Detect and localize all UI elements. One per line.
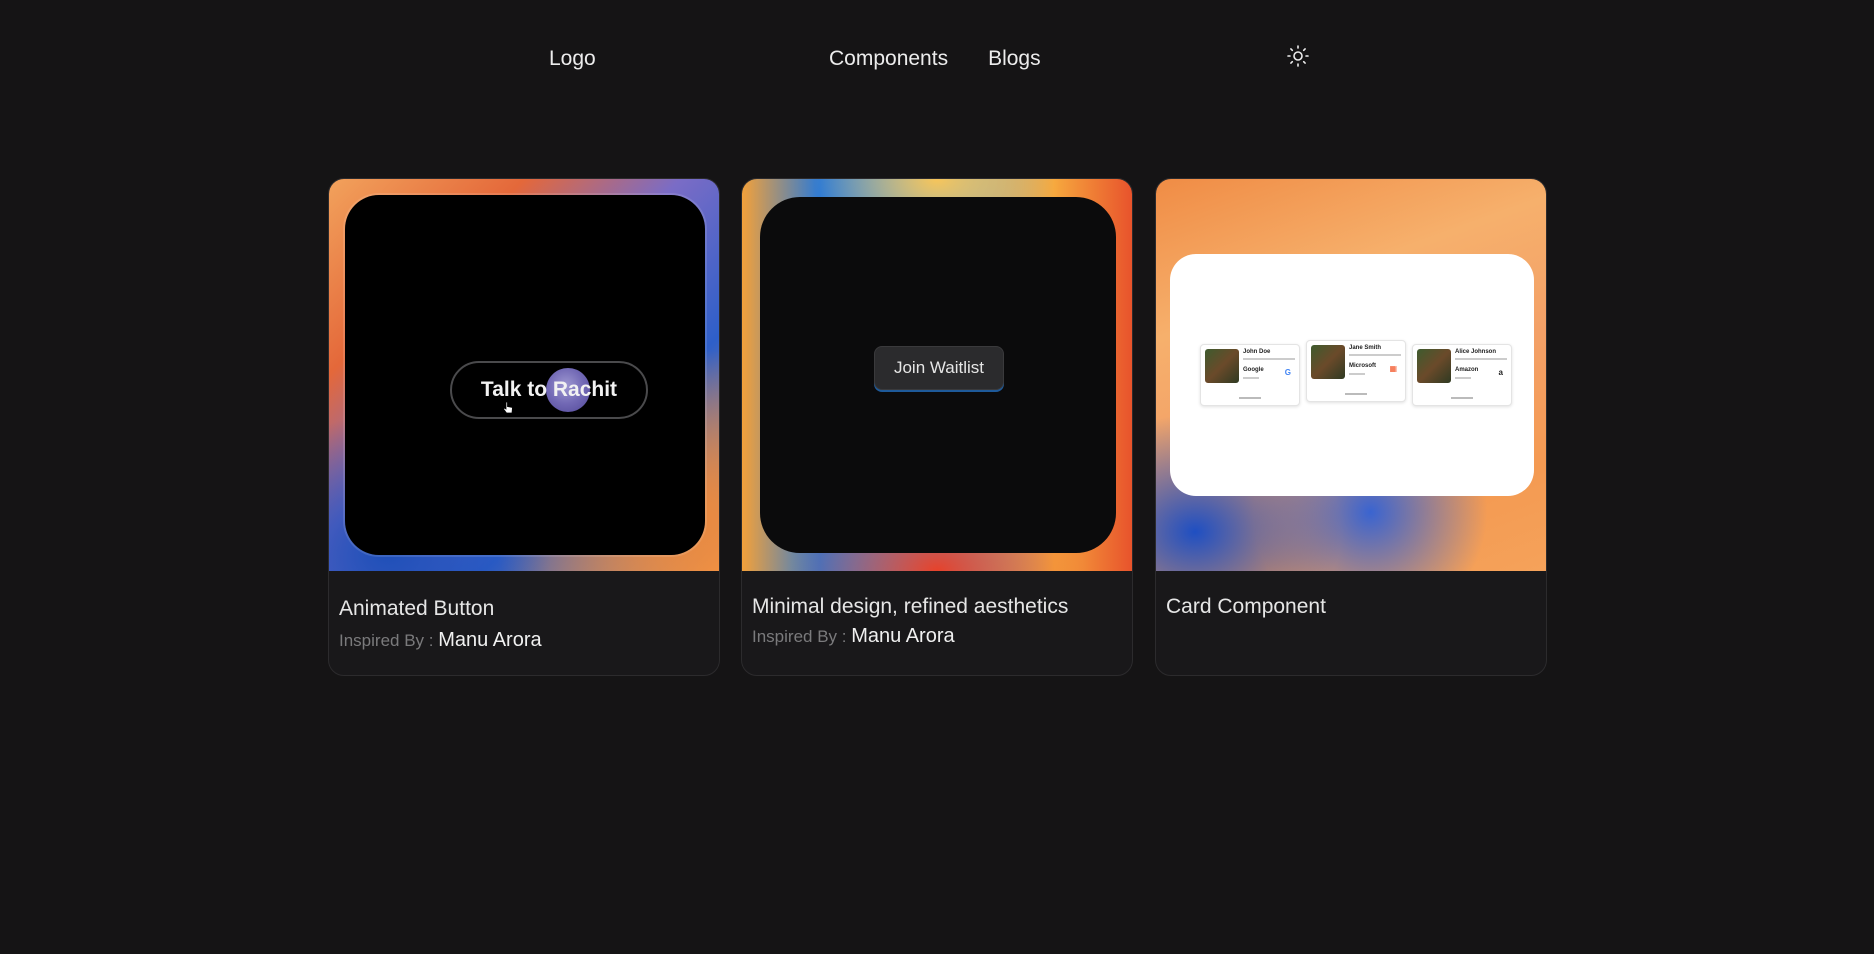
profile-name: Jane Smith — [1349, 345, 1382, 351]
preview-stage: Join Waitlist — [760, 197, 1116, 553]
card-body: Animated Button Inspired By : Manu Arora — [329, 571, 719, 652]
profile-photo — [1311, 345, 1345, 379]
hand-cursor-icon — [502, 401, 513, 414]
card-title: Minimal design, refined aesthetics — [752, 595, 1069, 618]
nav-link-components[interactable]: Components — [829, 47, 948, 71]
join-waitlist-button[interactable]: Join Waitlist — [874, 346, 1004, 390]
preview-stage: John Doe Google G Jane Smith Microsoft ▦… — [1170, 254, 1534, 496]
top-nav: Logo Components Blogs — [0, 0, 1874, 120]
profile-company: Microsoft — [1349, 363, 1376, 369]
nav-link-blogs[interactable]: Blogs — [988, 47, 1041, 71]
card-body: Minimal design, refined aesthetics Inspi… — [742, 571, 1132, 648]
author-link[interactable]: Manu Arora — [438, 629, 541, 651]
card-title: Animated Button — [339, 597, 495, 620]
card-preview: John Doe Google G Jane Smith Microsoft ▦… — [1156, 179, 1546, 571]
component-card-card-component[interactable]: John Doe Google G Jane Smith Microsoft ▦… — [1155, 178, 1547, 676]
component-card-animated-button[interactable]: Talk to Rachit Animated Button Inspired … — [328, 178, 720, 676]
nav-links: Components Blogs — [829, 47, 1041, 71]
profile-company: Amazon — [1455, 367, 1479, 373]
card-credit: Inspired By : Manu Arora — [752, 625, 1122, 648]
card-preview: Talk to Rachit — [329, 179, 719, 571]
preview-stage: Talk to Rachit — [345, 195, 705, 555]
amazon-logo-icon: a — [1498, 368, 1503, 377]
credit-prefix: Inspired By : — [752, 627, 847, 646]
profile-photo — [1205, 349, 1239, 383]
profile-card: John Doe Google G — [1200, 344, 1300, 406]
talk-button-label: Talk to Rachit — [480, 378, 618, 401]
google-logo-icon: G — [1284, 368, 1291, 377]
profile-company: Google — [1243, 367, 1264, 373]
logo-link[interactable]: Logo — [549, 47, 596, 71]
component-card-minimal-design[interactable]: Join Waitlist Minimal design, refined ae… — [741, 178, 1133, 676]
profile-photo — [1417, 349, 1451, 383]
profile-card: Jane Smith Microsoft ▦ — [1306, 340, 1406, 402]
profile-card: Alice Johnson Amazon a — [1412, 344, 1512, 406]
author-link[interactable]: Manu Arora — [851, 625, 954, 647]
theme-toggle-button[interactable] — [1286, 44, 1310, 68]
profile-name: Alice Johnson — [1455, 349, 1497, 355]
card-preview: Join Waitlist — [742, 179, 1132, 571]
card-body: Card Component — [1156, 571, 1546, 619]
profile-name: John Doe — [1243, 349, 1271, 355]
credit-prefix: Inspired By : — [339, 631, 434, 650]
card-title: Card Component — [1166, 595, 1326, 618]
card-credit: Inspired By : Manu Arora — [339, 629, 709, 652]
talk-to-rachit-button[interactable]: Talk to Rachit — [450, 361, 648, 419]
sun-icon — [1287, 45, 1309, 67]
microsoft-logo-icon: ▦ — [1389, 364, 1397, 373]
